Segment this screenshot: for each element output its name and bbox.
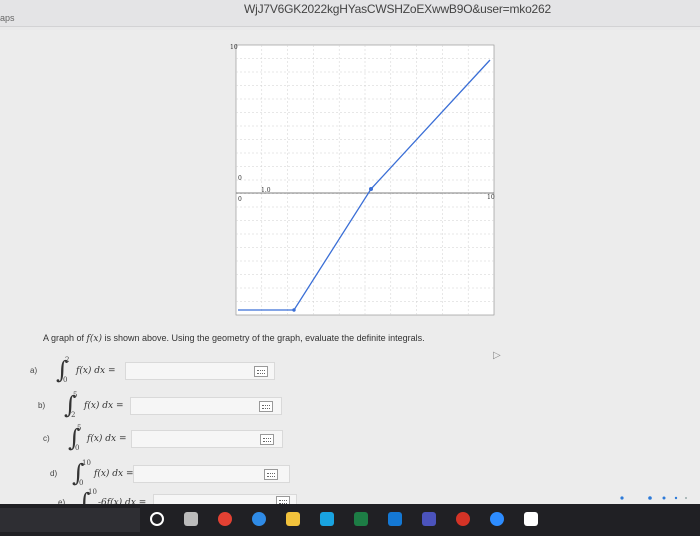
zoom-icon[interactable]	[490, 512, 504, 526]
opera-icon[interactable]	[456, 512, 470, 526]
upper-limit: 10	[82, 459, 91, 467]
lower-limit: 0	[75, 444, 80, 452]
part-a: a) ∫ 2 0 f(x) dx =	[30, 356, 290, 384]
chrome-icon[interactable]	[218, 512, 232, 526]
teams-icon[interactable]	[422, 512, 436, 526]
graph-point	[369, 187, 373, 191]
upper-limit: 5	[77, 424, 82, 432]
part-label: a)	[30, 366, 38, 375]
browser-address-bar[interactable]: WjJ7V6GK2022kgHYasCWSHZoEXwwB9O&user=mko…	[0, 0, 700, 27]
part-c: c) ∫ 5 0 f(x) dx =	[43, 424, 289, 452]
keyboard-icon[interactable]	[264, 469, 278, 480]
answer-input-a[interactable]	[125, 362, 275, 380]
integrand: f(x) dx =	[87, 434, 127, 444]
function-graph: 10 0 0 1.0 10	[230, 44, 495, 316]
part-label: c)	[43, 434, 50, 443]
upper-limit: 5	[73, 391, 78, 399]
keyboard-icon[interactable]	[259, 401, 273, 412]
taskbar	[0, 504, 700, 536]
apps-shortcut[interactable]: aps	[0, 13, 15, 23]
upper-limit: 2	[65, 356, 70, 364]
edge-icon[interactable]	[252, 512, 266, 526]
y-top-label: 10	[230, 44, 238, 51]
x-right-label: 10	[487, 194, 495, 201]
keyboard-icon[interactable]	[254, 366, 268, 377]
x-left-label: 0	[238, 196, 242, 203]
lower-limit: 2	[71, 411, 76, 419]
taskbar-search[interactable]	[0, 508, 140, 532]
files-icon[interactable]	[286, 512, 300, 526]
mouse-cursor-icon: ▷	[493, 350, 501, 361]
loading-dots-icon	[620, 496, 687, 500]
integrand: f(x) dx =	[94, 469, 134, 479]
integrand: f(x) dx =	[84, 401, 124, 411]
function-name: f(x)	[86, 334, 102, 344]
lower-limit: 0	[63, 376, 68, 384]
outlook-icon[interactable]	[388, 512, 402, 526]
graph-point	[292, 308, 296, 312]
y-mid-label: 0	[238, 175, 242, 182]
question-text: A graph of f(x) is shown above. Using th…	[43, 333, 425, 344]
part-d: d) ∫ 10 0 f(x) dx =	[50, 459, 290, 487]
settings-icon[interactable]	[524, 512, 538, 526]
circle-icon[interactable]	[150, 512, 164, 526]
integrand: f(x) dx =	[76, 366, 116, 376]
x-mid-label: 1.0	[261, 187, 271, 194]
part-label: b)	[38, 401, 46, 410]
lower-limit: 0	[79, 479, 84, 487]
upper-limit: 10	[88, 488, 97, 496]
part-b: b) ∫ 5 2 f(x) dx =	[38, 391, 292, 419]
excel-icon[interactable]	[354, 512, 368, 526]
calculator-icon[interactable]	[184, 512, 198, 526]
part-label: d)	[50, 469, 58, 478]
store-icon[interactable]	[320, 512, 334, 526]
url-text[interactable]: WjJ7V6GK2022kgHYasCWSHZoEXwwB9O&user=mko…	[244, 2, 551, 16]
keyboard-icon[interactable]	[260, 434, 274, 445]
